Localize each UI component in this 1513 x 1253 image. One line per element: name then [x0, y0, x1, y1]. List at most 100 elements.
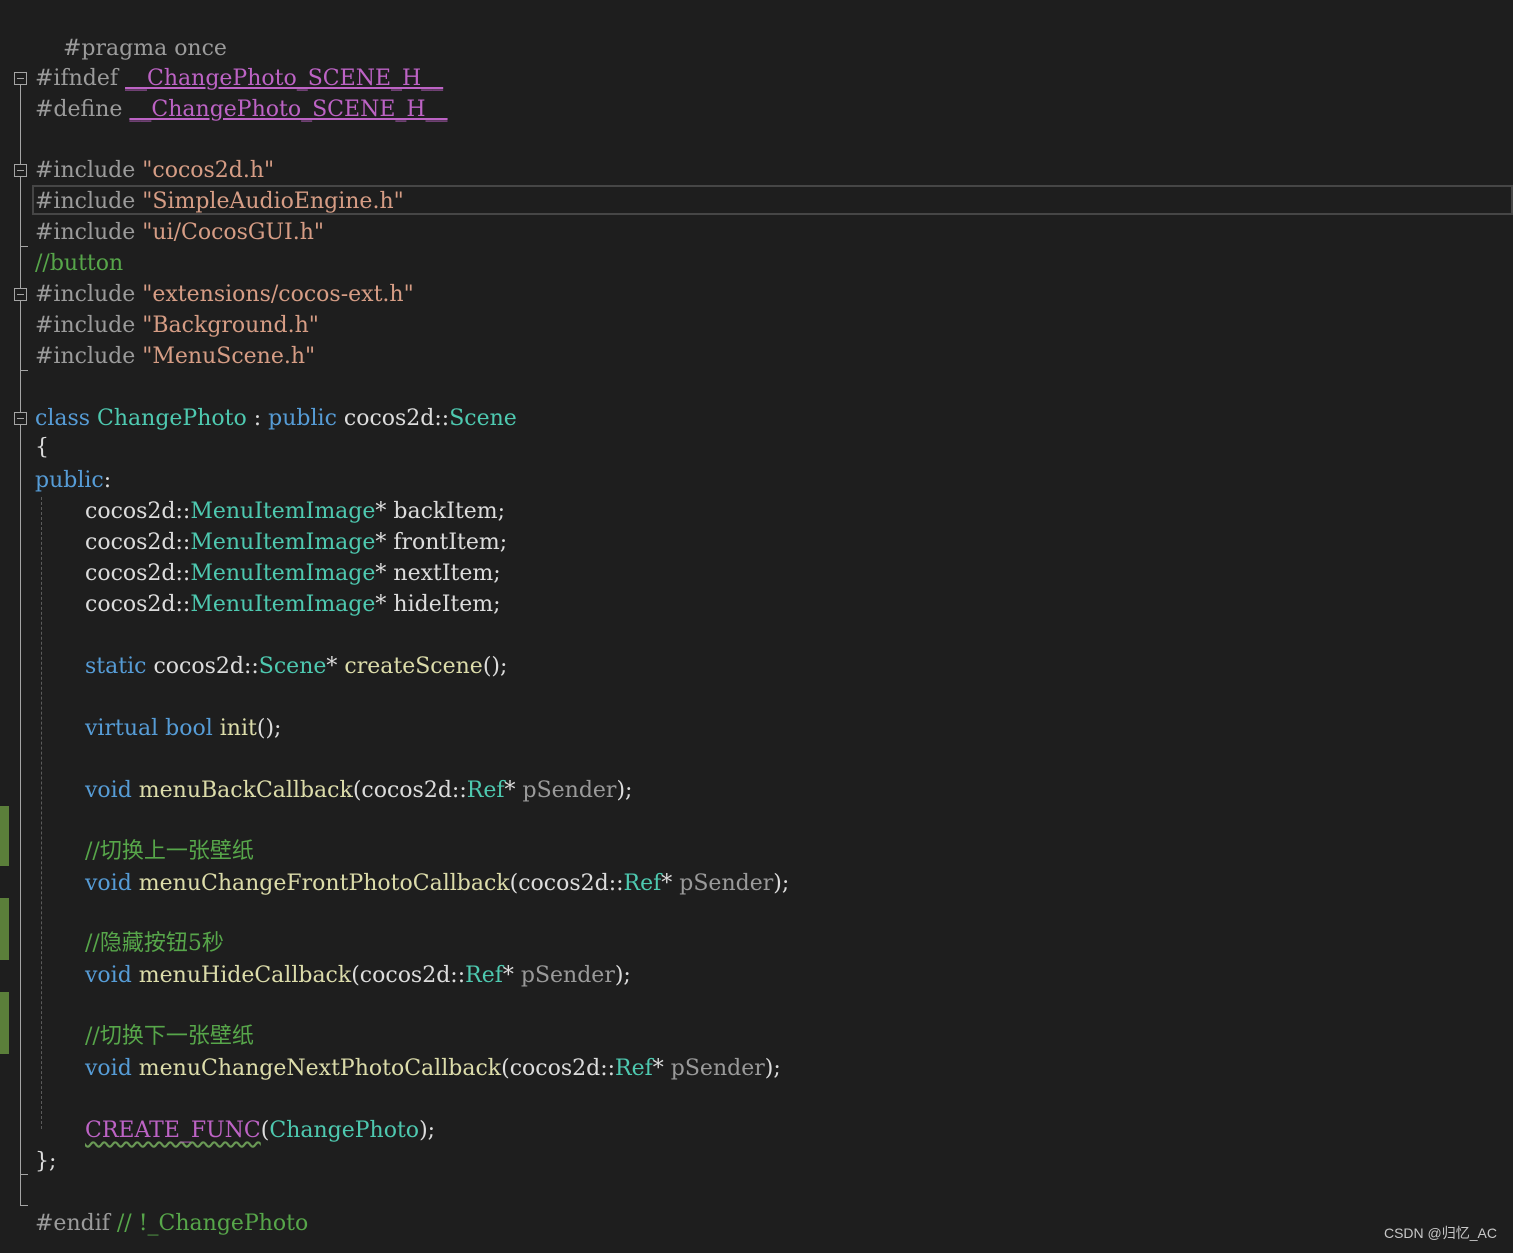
keyword: void: [85, 778, 132, 803]
indent-guide: [41, 497, 42, 1129]
code-line[interactable]: //隐藏按钮5秒: [85, 928, 224, 959]
code-line[interactable]: #pragma once: [35, 2, 227, 61]
fold-guide-end: [20, 246, 28, 247]
change-marker: [0, 806, 9, 866]
macro-call: CREATE_FUNC: [85, 1118, 261, 1143]
preprocessor-directive: #include: [35, 313, 143, 338]
code-line[interactable]: #include "SimpleAudioEngine.h": [35, 186, 404, 217]
member-name: * backItem;: [375, 499, 506, 524]
code-line[interactable]: };: [35, 1146, 56, 1177]
macro-name: __ChangePhoto_SCENE_H__: [125, 66, 444, 91]
fold-toggle-include[interactable]: [14, 164, 27, 177]
code-line[interactable]: cocos2d::MenuItemImage* backItem;: [85, 496, 505, 527]
parameter: pSender: [670, 1056, 765, 1081]
punctuation: (cocos2d::: [351, 963, 466, 988]
type-name: MenuItemImage: [190, 561, 376, 586]
type-name: Ref: [615, 1056, 653, 1081]
code-line[interactable]: static cocos2d::Scene* createScene();: [85, 651, 507, 682]
code-line[interactable]: #ifndef __ChangePhoto_SCENE_H__: [35, 63, 443, 94]
keyword: virtual: [85, 716, 159, 741]
macro-name: __ChangePhoto_SCENE_H__: [129, 97, 448, 122]
code-line[interactable]: //切换下一张壁纸: [85, 1021, 254, 1052]
code-line[interactable]: void menuHideCallback(cocos2d::Ref* pSen…: [85, 960, 631, 991]
parameter: pSender: [520, 963, 615, 988]
punctuation: {: [35, 435, 49, 460]
code-line[interactable]: void menuChangeNextPhotoCallback(cocos2d…: [85, 1053, 781, 1084]
fold-guide: [20, 85, 21, 1205]
comment: //button: [35, 251, 124, 276]
punctuation: *: [652, 1056, 671, 1081]
code-line[interactable]: class ChangePhoto : public cocos2d::Scen…: [35, 403, 517, 434]
member-name: * frontItem;: [375, 530, 508, 555]
code-line[interactable]: void menuChangeFrontPhotoCallback(cocos2…: [85, 868, 789, 899]
punctuation: *: [504, 778, 523, 803]
member-name: * nextItem;: [375, 561, 501, 586]
preprocessor-directive: #ifndef: [35, 66, 126, 91]
code-line[interactable]: //button: [35, 248, 123, 279]
code-line[interactable]: #include "ui/CocosGUI.h": [35, 217, 324, 248]
code-line[interactable]: cocos2d::MenuItemImage* nextItem;: [85, 558, 501, 589]
namespace: cocos2d::: [85, 561, 191, 586]
code-line[interactable]: #include "extensions/cocos-ext.h": [35, 279, 414, 310]
punctuation: *: [502, 963, 521, 988]
code-line[interactable]: #define __ChangePhoto_SCENE_H__: [35, 94, 448, 125]
code-line[interactable]: #include "MenuScene.h": [35, 341, 315, 372]
watermark: CSDN @归忆_AC: [1383, 1225, 1497, 1241]
preprocessor-directive: #include: [35, 189, 143, 214]
code-line[interactable]: cocos2d::MenuItemImage* hideItem;: [85, 589, 501, 620]
punctuation: :: [246, 406, 269, 431]
include-path: "Background.h": [142, 313, 319, 338]
code-editor[interactable]: #pragma once #ifndef __ChangePhoto_SCENE…: [0, 0, 1513, 1253]
preprocessor-directive: #include: [35, 158, 143, 183]
code-line[interactable]: #include "Background.h": [35, 310, 319, 341]
punctuation: };: [35, 1149, 57, 1174]
comment: //隐藏按钮5秒: [85, 931, 224, 956]
punctuation: (cocos2d::: [501, 1056, 616, 1081]
code-line[interactable]: //切换上一张壁纸: [85, 836, 254, 867]
keyword: void: [85, 1056, 132, 1081]
type-name: Scene: [449, 406, 517, 431]
include-path: "SimpleAudioEngine.h": [142, 189, 404, 214]
namespace: cocos2d::: [85, 530, 191, 555]
type-name: MenuItemImage: [190, 530, 376, 555]
code-line[interactable]: virtual bool init();: [85, 713, 281, 744]
parameter: pSender: [679, 871, 774, 896]
change-marker: [0, 898, 9, 960]
code-line[interactable]: #include "cocos2d.h": [35, 155, 274, 186]
fold-guide-end: [20, 1174, 28, 1175]
code-line[interactable]: #endif // !_ChangePhoto: [35, 1208, 308, 1239]
punctuation: *: [661, 871, 680, 896]
namespace: cocos2d::: [85, 499, 191, 524]
code-line[interactable]: {: [35, 432, 49, 463]
fold-guide-end: [20, 370, 28, 371]
punctuation: *: [326, 654, 345, 679]
keyword: static: [85, 654, 147, 679]
fold-toggle-class[interactable]: [14, 412, 27, 425]
code-line[interactable]: public:: [35, 465, 111, 496]
code-line[interactable]: CREATE_FUNC(ChangePhoto);: [85, 1115, 435, 1146]
function-name: init: [219, 716, 257, 741]
function-name: createScene: [344, 654, 483, 679]
fold-toggle-include[interactable]: [14, 288, 27, 301]
punctuation: ();: [482, 654, 508, 679]
type-name: MenuItemImage: [190, 592, 376, 617]
namespace: cocos2d::: [146, 654, 259, 679]
namespace: cocos2d::: [85, 592, 191, 617]
preprocessor-directive: #define: [35, 97, 130, 122]
function-name: menuChangeNextPhotoCallback: [138, 1056, 502, 1081]
preprocessor-directive: #include: [35, 282, 143, 307]
code-line[interactable]: cocos2d::MenuItemImage* frontItem;: [85, 527, 507, 558]
preprocessor-directive: #include: [35, 220, 143, 245]
comment: //切换上一张壁纸: [85, 839, 254, 864]
type-name: Ref: [465, 963, 503, 988]
keyword: void: [85, 871, 132, 896]
punctuation: );: [419, 1118, 436, 1143]
include-path: "ui/CocosGUI.h": [142, 220, 325, 245]
include-path: "MenuScene.h": [142, 344, 316, 369]
punctuation: :: [103, 468, 112, 493]
fold-toggle-ifndef[interactable]: [14, 72, 27, 85]
code-line[interactable]: void menuBackCallback(cocos2d::Ref* pSen…: [85, 775, 632, 806]
